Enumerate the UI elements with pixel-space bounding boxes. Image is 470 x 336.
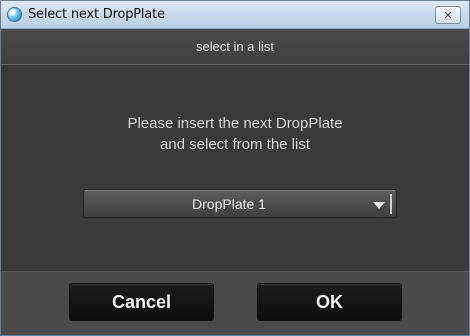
app-icon	[7, 7, 22, 22]
dropplate-select[interactable]: DropPlate 1	[83, 189, 397, 218]
ok-button[interactable]: OK	[257, 283, 402, 321]
cancel-button[interactable]: Cancel	[69, 283, 214, 321]
instruction-line-2: and select from the list	[159, 136, 311, 153]
window-title: Select next DropPlate	[28, 7, 165, 22]
title-bar[interactable]: Select next DropPlate ✕	[1, 1, 469, 29]
close-icon: ✕	[443, 8, 453, 22]
dropdown-selected-value: DropPlate 1	[192, 196, 266, 212]
subtitle-bar: select in a list	[1, 29, 469, 65]
chevron-down-icon[interactable]	[373, 202, 385, 209]
subtitle-text: select in a list	[195, 39, 275, 54]
dialog-window: Select next DropPlate ✕ select in a list…	[0, 0, 470, 336]
dialog-content: Please insert the next DropPlate and sel…	[1, 65, 469, 271]
button-bar: Cancel OK	[1, 271, 469, 335]
instruction-text: Please insert the next DropPlate and sel…	[1, 113, 469, 155]
instruction-line-1: Please insert the next DropPlate	[127, 115, 343, 132]
dropdown-divider	[390, 194, 392, 214]
close-button[interactable]: ✕	[435, 6, 461, 24]
